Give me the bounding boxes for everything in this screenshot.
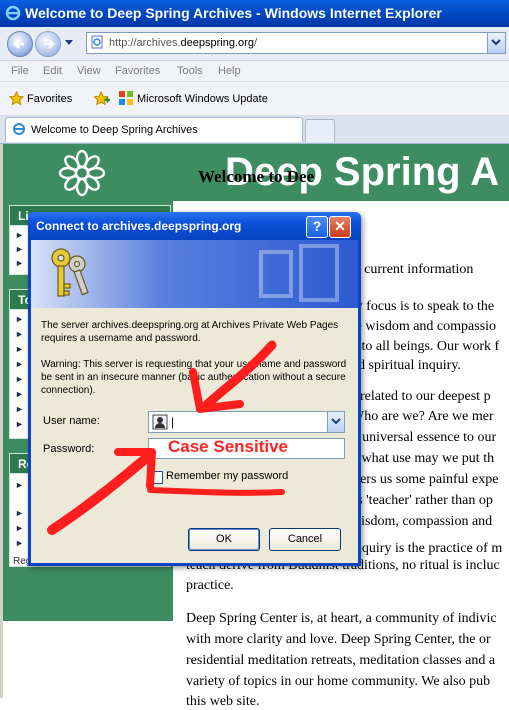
annotation-underline bbox=[147, 487, 285, 496]
case-sensitive-annotation: Case Sensitive bbox=[168, 437, 289, 456]
annotation-arrow-upper bbox=[198, 340, 277, 413]
annotation-arrow-lower bbox=[47, 450, 155, 535]
annotation-overlay bbox=[47, 340, 285, 535]
